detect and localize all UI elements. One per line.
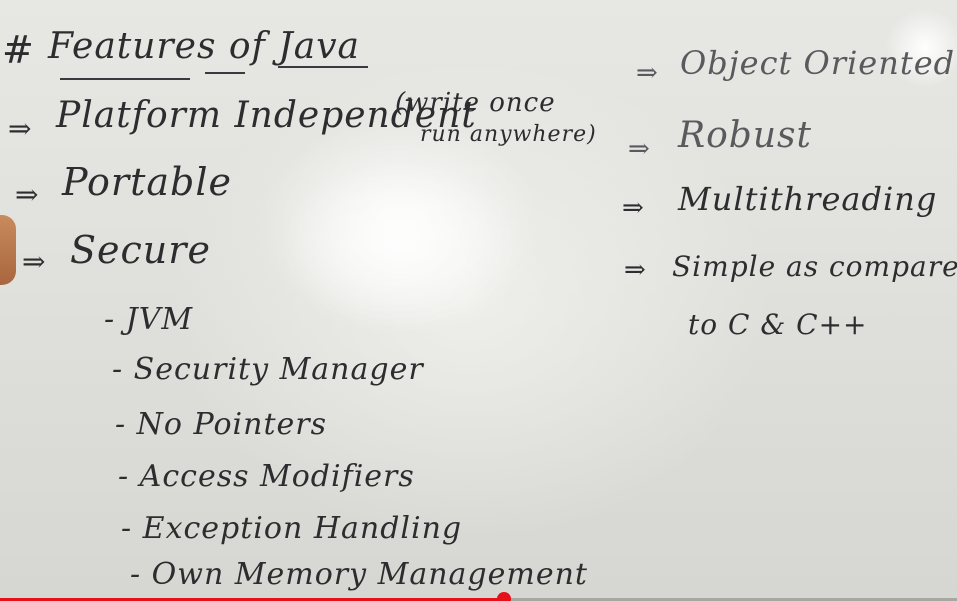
arrow-platform: ⇒ — [8, 112, 33, 145]
arrow-simple: ⇒ — [624, 255, 647, 285]
paren-line-1: (write once — [395, 88, 556, 118]
sub-item-exception-handling: - Exception Handling — [121, 511, 463, 546]
item-object-oriented: Object Oriented — [680, 44, 956, 82]
arrow-object-oriented: ⇒ — [636, 58, 659, 88]
sub-item-jvm: - JVM — [104, 302, 194, 337]
paren-line-2: run anywhere) — [420, 122, 597, 147]
item-simple-continuation: to C & C++ — [688, 308, 868, 341]
arrow-secure: ⇒ — [22, 245, 47, 278]
sub-item-own-memory-management: - Own Memory Management — [130, 557, 588, 592]
title-underline-2 — [205, 72, 245, 74]
item-simple-as-compared: Simple as compared — [672, 250, 957, 283]
title-hash: # — [2, 28, 35, 72]
sub-item-security-manager: - Security Manager — [112, 352, 424, 387]
item-multithreading: Multithreading — [678, 180, 938, 218]
presenter-hand — [0, 215, 16, 285]
board-title: Features of Java — [48, 26, 360, 67]
title-underline-1 — [60, 78, 190, 80]
title-underline-3 — [278, 66, 368, 68]
video-scrubber-handle[interactable] — [497, 592, 512, 601]
whiteboard: # Features of Java ⇒ Platform Independen… — [0, 0, 957, 601]
sub-item-access-modifiers: - Access Modifiers — [118, 459, 415, 494]
arrow-portable: ⇒ — [15, 178, 40, 211]
sub-item-no-pointers: - No Pointers — [115, 407, 328, 442]
light-glare — [280, 160, 520, 330]
item-secure: Secure — [70, 228, 211, 272]
item-robust: Robust — [678, 115, 812, 156]
arrow-multithreading: ⇒ — [622, 193, 645, 223]
arrow-robust: ⇒ — [628, 134, 651, 164]
item-portable: Portable — [62, 160, 232, 204]
